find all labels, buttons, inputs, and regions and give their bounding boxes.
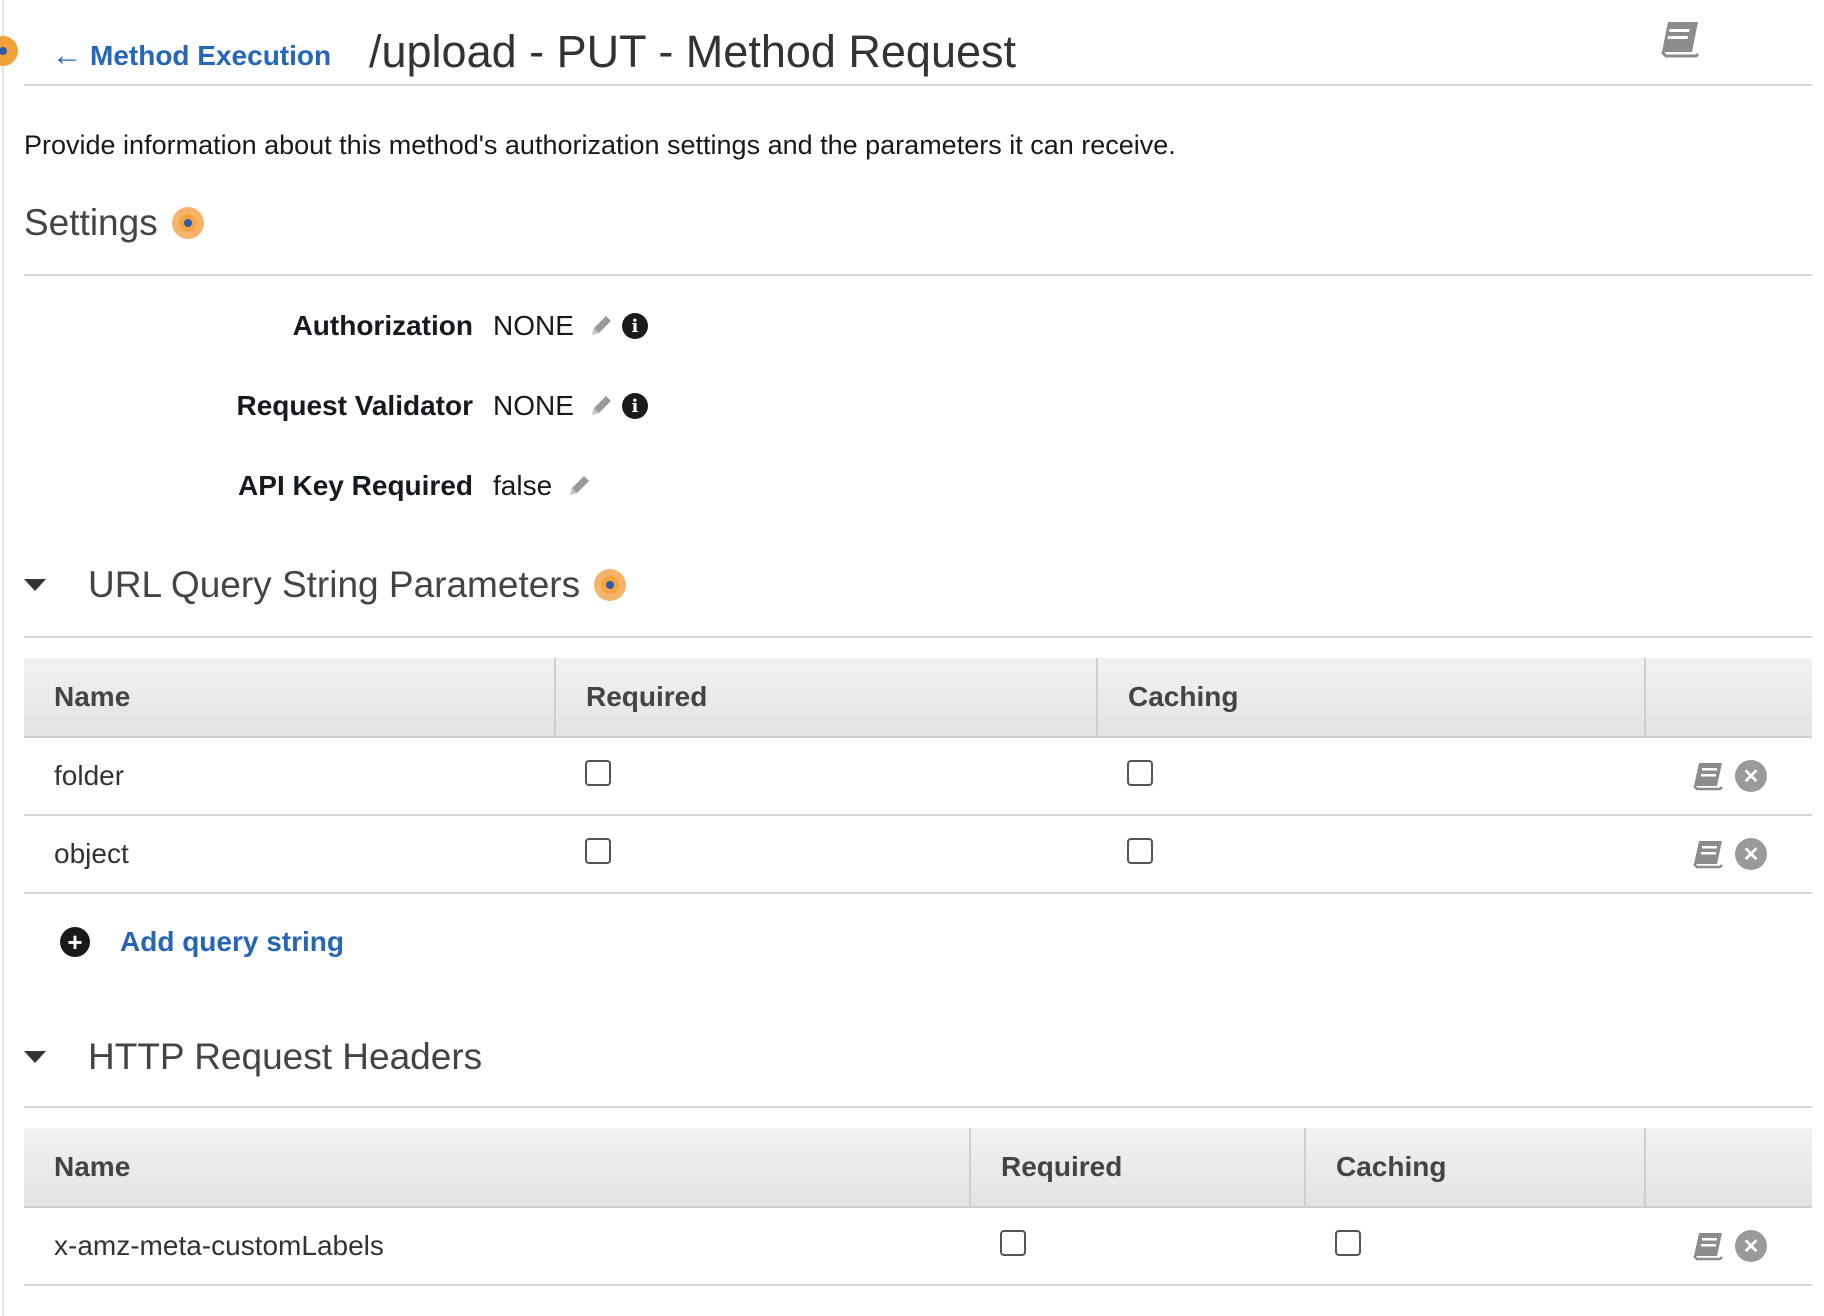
info-icon[interactable]: i bbox=[621, 313, 648, 339]
header-name: x-amz-meta-customLabels bbox=[24, 1207, 970, 1286]
edit-pencil-icon[interactable] bbox=[588, 313, 614, 339]
setting-label: Authorization bbox=[292, 310, 473, 341]
add-query-string-label: Add query string bbox=[120, 926, 345, 957]
edit-pencil-icon[interactable] bbox=[588, 393, 614, 419]
query-params-title: URL Query String Parameters bbox=[88, 564, 581, 605]
divider bbox=[24, 1106, 1812, 1108]
required-checkbox[interactable] bbox=[585, 837, 611, 864]
setting-label: Request Validator bbox=[236, 390, 473, 421]
column-header-required[interactable]: Required bbox=[970, 1128, 1306, 1208]
column-header-required[interactable]: Required bbox=[555, 658, 1098, 738]
column-header-actions bbox=[1645, 1128, 1812, 1208]
column-header-name[interactable]: Name bbox=[24, 658, 556, 738]
remove-icon[interactable]: ✕ bbox=[1735, 838, 1767, 870]
column-header-caching[interactable]: Caching bbox=[1305, 1128, 1646, 1208]
required-checkbox[interactable] bbox=[1000, 1229, 1026, 1256]
remove-icon[interactable]: ✕ bbox=[1735, 1230, 1767, 1262]
column-header-caching[interactable]: Caching bbox=[1097, 658, 1646, 738]
table-row: folder ✕ bbox=[24, 737, 1812, 816]
collapse-caret-icon[interactable] bbox=[24, 579, 46, 591]
page-header: ← Method Execution /upload - PUT - Metho… bbox=[24, 18, 1812, 86]
settings-info-dot-icon[interactable] bbox=[171, 207, 204, 239]
caching-checkbox[interactable] bbox=[1127, 837, 1153, 864]
status-dot-icon bbox=[0, 36, 18, 66]
divider bbox=[24, 636, 1812, 638]
intro-text: Provide information about this method's … bbox=[24, 130, 1176, 160]
documentation-book-icon[interactable] bbox=[1691, 760, 1725, 792]
left-border bbox=[2, 0, 4, 1316]
documentation-book-icon[interactable] bbox=[1691, 1230, 1725, 1262]
column-header-name[interactable]: Name bbox=[24, 1128, 971, 1208]
param-name: object bbox=[24, 815, 555, 894]
setting-row-request-validator: Request Validator NONE i bbox=[0, 386, 900, 426]
setting-value: false bbox=[493, 470, 553, 501]
setting-label: API Key Required bbox=[238, 470, 473, 501]
query-params-info-dot-icon[interactable] bbox=[594, 569, 627, 601]
param-name: folder bbox=[24, 737, 555, 816]
caching-checkbox[interactable] bbox=[1127, 759, 1153, 786]
table-row: x-amz-meta-customLabels ✕ bbox=[24, 1207, 1812, 1286]
setting-value: NONE bbox=[493, 310, 574, 341]
query-params-table: Name Required Caching folder ✕ object ✕ bbox=[24, 658, 1812, 894]
arrow-left-icon: ← bbox=[52, 39, 82, 72]
setting-row-api-key-required: API Key Required false bbox=[0, 466, 900, 506]
table-header-row: Name Required Caching bbox=[24, 658, 1812, 738]
required-checkbox[interactable] bbox=[585, 759, 611, 786]
headers-heading: HTTP Request Headers bbox=[24, 1036, 482, 1078]
headers-table: Name Required Caching x-amz-meta-customL… bbox=[24, 1128, 1812, 1286]
back-link-label: Method Execution bbox=[90, 40, 332, 71]
page-title: /upload - PUT - Method Request bbox=[369, 26, 1017, 77]
query-params-heading: URL Query String Parameters bbox=[24, 564, 627, 606]
settings-title: Settings bbox=[24, 202, 158, 243]
edit-pencil-icon[interactable] bbox=[566, 473, 592, 499]
remove-icon[interactable]: ✕ bbox=[1735, 760, 1767, 792]
back-to-method-execution-link[interactable]: ← Method Execution bbox=[52, 40, 331, 72]
settings-heading: Settings bbox=[24, 202, 204, 244]
plus-circle-icon: + bbox=[60, 927, 90, 957]
table-row: object ✕ bbox=[24, 815, 1812, 894]
headers-title: HTTP Request Headers bbox=[88, 1036, 483, 1077]
table-header-row: Name Required Caching bbox=[24, 1128, 1812, 1208]
info-icon[interactable]: i bbox=[621, 393, 648, 419]
add-query-string-button[interactable]: + Add query string bbox=[60, 926, 344, 958]
documentation-book-icon[interactable] bbox=[1658, 18, 1702, 60]
collapse-caret-icon[interactable] bbox=[24, 1051, 46, 1063]
divider bbox=[24, 274, 1812, 276]
caching-checkbox[interactable] bbox=[1335, 1229, 1361, 1256]
setting-row-authorization: Authorization NONE i bbox=[0, 306, 900, 346]
documentation-book-icon[interactable] bbox=[1691, 838, 1725, 870]
column-header-actions bbox=[1645, 658, 1812, 738]
setting-value: NONE bbox=[493, 390, 574, 421]
